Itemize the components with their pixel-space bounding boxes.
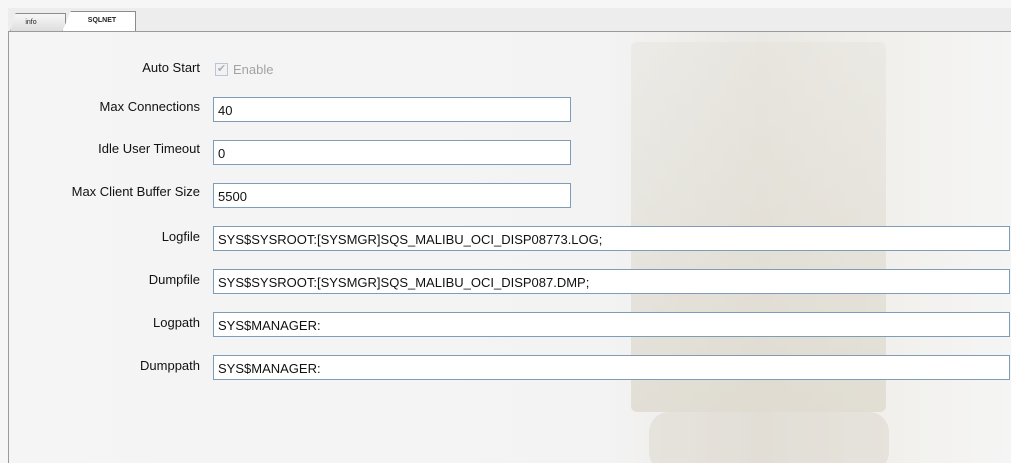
logpath-input[interactable]: SYS$MANAGER:	[213, 312, 1010, 337]
background-watermark-logo	[649, 412, 889, 463]
logfile-input[interactable]: SYS$SYSROOT:[SYSMGR]SQS_MALIBU_OCI_DISP0…	[213, 226, 1010, 251]
max-client-buffer-size-label: Max Client Buffer Size	[71, 184, 200, 199]
tab-info[interactable]: info	[10, 13, 66, 32]
auto-start-enable-label: Enable	[233, 61, 274, 77]
max-connections-input[interactable]: 40	[213, 97, 571, 122]
dumppath-label: Dumppath	[140, 358, 200, 373]
dumpfile-input[interactable]: SYS$SYSROOT:[SYSMGR]SQS_MALIBU_OCI_DISP0…	[213, 269, 1010, 294]
sqlnet-settings-window: info SQLNET Auto Start ✔ Enable Max Conn…	[0, 0, 1011, 463]
logfile-label: Logfile	[161, 229, 200, 244]
dumpfile-label: Dumpfile	[148, 272, 200, 287]
checkmark-icon: ✔	[216, 62, 227, 75]
idle-user-timeout-label: Idle User Timeout	[98, 141, 200, 156]
max-client-buffer-size-input[interactable]: 5500	[213, 183, 571, 208]
dumppath-input[interactable]: SYS$MANAGER:	[213, 355, 1010, 380]
auto-start-checkbox[interactable]: ✔	[215, 62, 228, 76]
auto-start-checkbox-group[interactable]: ✔ Enable	[215, 60, 273, 78]
auto-start-label: Auto Start	[142, 60, 200, 75]
idle-user-timeout-input[interactable]: 0	[213, 140, 571, 165]
logpath-label: Logpath	[153, 315, 200, 330]
tab-sqlnet[interactable]: SQLNET	[62, 11, 136, 32]
max-connections-label: Max Connections	[99, 99, 200, 114]
